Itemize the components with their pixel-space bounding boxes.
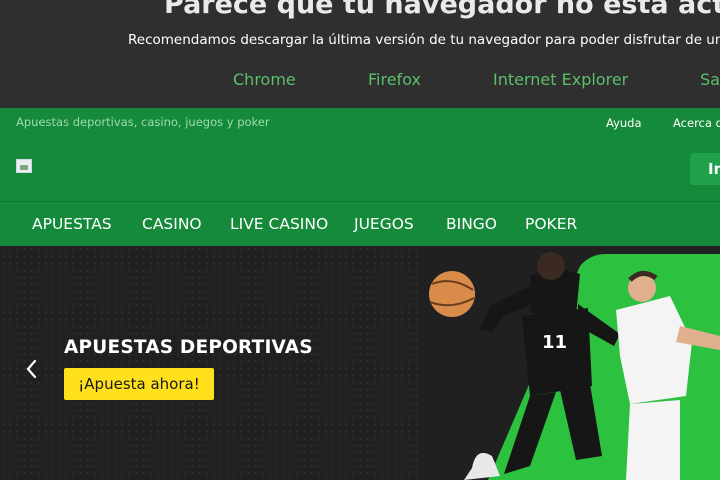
outdated-browser-banner: Parece que tu navegador no está actua Re… <box>0 0 720 108</box>
hero-dot-pattern <box>0 246 420 480</box>
chrome-link[interactable]: Chrome <box>233 70 296 90</box>
nav-item-poker[interactable]: POKER <box>525 215 577 233</box>
hero-title: APUESTAS DEPORTIVAS <box>64 337 313 358</box>
main-nav: APUESTAS CASINO LIVE CASINO JUEGOS BINGO… <box>0 201 720 246</box>
nav-item-apuestas[interactable]: APUESTAS <box>32 215 112 233</box>
nav-item-casino[interactable]: CASINO <box>142 215 202 233</box>
bet-now-button[interactable]: ¡Apuesta ahora! <box>64 368 214 400</box>
nav-item-live-casino[interactable]: LIVE CASINO <box>230 215 328 233</box>
athletes-illustration: 11 <box>429 252 720 480</box>
firefox-link[interactable]: Firefox <box>368 70 421 90</box>
login-button[interactable]: In <box>690 153 720 185</box>
about-link[interactable]: Acerca d <box>673 116 720 130</box>
chevron-left-icon[interactable] <box>22 358 42 380</box>
broken-image-icon[interactable] <box>16 159 32 173</box>
nav-item-bingo[interactable]: BINGO <box>446 215 497 233</box>
internet-explorer-link[interactable]: Internet Explorer <box>493 70 628 90</box>
safari-link[interactable]: Sa <box>700 70 720 90</box>
site-tagline: Apuestas deportivas, casino, juegos y po… <box>16 115 270 129</box>
site-header: Apuestas deportivas, casino, juegos y po… <box>0 108 720 201</box>
nav-item-juegos[interactable]: JUEGOS <box>354 215 414 233</box>
browser-banner-subtitle: Recomendamos descargar la última versión… <box>128 32 720 48</box>
player-number: 11 <box>542 332 567 353</box>
help-link[interactable]: Ayuda <box>606 116 642 130</box>
browser-banner-title: Parece que tu navegador no está actua <box>164 0 720 20</box>
hero-carousel: 11 APUESTAS DEPORTIVAS ¡Apuesta ahora! <box>0 246 720 480</box>
